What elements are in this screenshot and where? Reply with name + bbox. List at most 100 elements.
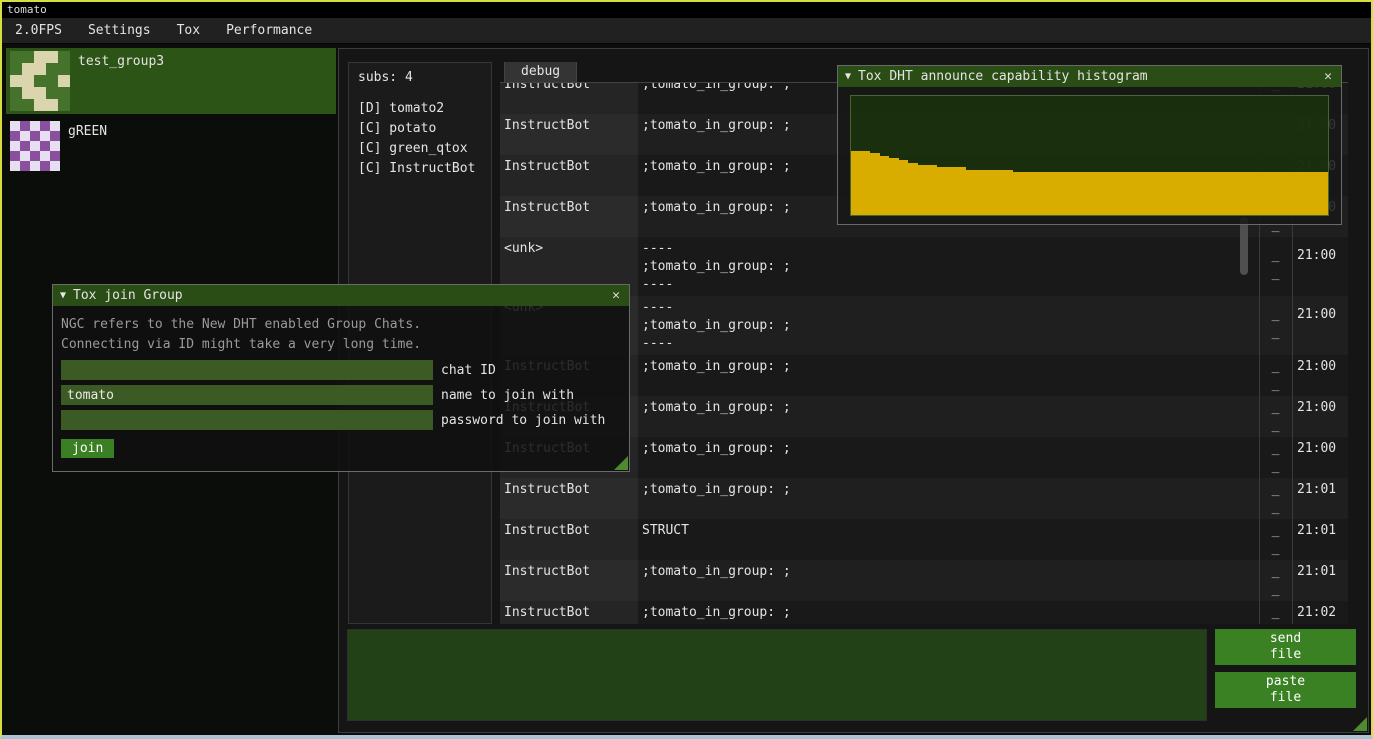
histogram-bar: [1090, 172, 1100, 215]
chat-message-text: ---- ;tomato_in_group: ; ----: [638, 296, 1259, 355]
name-to-join-with-input[interactable]: [61, 385, 433, 405]
member-item[interactable]: [D] tomato2: [358, 99, 482, 119]
window-title: tomato: [7, 3, 47, 16]
join-titlebar: ▼ Tox join Group ✕: [53, 285, 629, 306]
histogram-bar: [1051, 172, 1061, 215]
join-window-resize-grip[interactable]: [614, 456, 628, 470]
chat-message-text: ;tomato_in_group: ;: [638, 601, 1259, 624]
chat-message-text: ;tomato_in_group: ;: [638, 355, 1259, 396]
histogram-bar: [1252, 172, 1262, 215]
histogram-bar: [1223, 172, 1233, 215]
histogram-bar: [946, 167, 956, 215]
send-file-button[interactable]: send file: [1215, 629, 1356, 665]
histogram-bar: [1185, 172, 1195, 215]
histogram-bar: [1080, 172, 1090, 215]
collapse-icon[interactable]: ▼: [845, 71, 851, 82]
histogram-bar: [870, 153, 880, 215]
histogram-bar: [1176, 172, 1186, 215]
menu-item-performance[interactable]: Performance: [213, 20, 325, 41]
join-info-line-1: NGC refers to the New DHT enabled Group …: [61, 315, 621, 335]
histogram-bar: [1042, 172, 1052, 215]
password-to-join-with-input[interactable]: [61, 410, 433, 430]
contact-item-test_group3[interactable]: test_group3: [6, 48, 336, 114]
chat-scrollbar[interactable]: [1240, 217, 1248, 275]
histogram-bar: [1032, 172, 1042, 215]
histogram-bar: [1233, 172, 1243, 215]
chat-message-text: ;tomato_in_group: ;: [638, 478, 1259, 519]
member-item[interactable]: [C] InstructBot: [358, 159, 482, 179]
join-button[interactable]: join: [61, 439, 114, 458]
chat-message-text: ---- ;tomato_in_group: ; ----: [638, 237, 1259, 296]
chat-message-row: InstructBot;tomato_in_group: ;_ _21:01: [500, 478, 1348, 519]
join-field-label: password to join with: [441, 413, 605, 428]
chat-timestamp: 21:00: [1292, 396, 1348, 437]
histogram-bar: [966, 170, 976, 215]
chat-id-input[interactable]: [61, 360, 433, 380]
histogram-bar: [927, 165, 937, 215]
tab-debug[interactable]: debug: [504, 62, 577, 82]
chat-message-text: ;tomato_in_group: ;: [638, 560, 1259, 601]
chat-author: InstructBot: [500, 83, 638, 114]
histogram-bar: [1004, 170, 1014, 215]
menu-item-settings[interactable]: Settings: [75, 20, 164, 41]
join-info-line-2: Connecting via ID might take a very long…: [61, 335, 621, 355]
join-fields: chat IDname to join withpassword to join…: [61, 360, 621, 430]
histogram-bar: [1290, 172, 1300, 215]
close-icon[interactable]: ✕: [1322, 69, 1334, 84]
histogram-bar: [1137, 172, 1147, 215]
chat-message-row: InstructBot;tomato_in_group: ;_ _21:02: [500, 601, 1348, 624]
chat-timestamp: 21:00: [1292, 437, 1348, 478]
member-item[interactable]: [C] green_qtox: [358, 139, 482, 159]
chat-message-text: ;tomato_in_group: ;: [638, 437, 1259, 478]
member-item[interactable]: [C] potato: [358, 119, 482, 139]
contact-name: test_group3: [78, 51, 164, 69]
histogram-bar: [985, 170, 995, 215]
chat-delivery-flags: _ _: [1259, 601, 1292, 624]
chat-author: InstructBot: [500, 114, 638, 155]
histogram-bar: [1262, 172, 1272, 215]
chat-delivery-flags: _ _: [1259, 355, 1292, 396]
histogram-bar: [1319, 172, 1329, 215]
histogram-bar: [1214, 172, 1224, 215]
histogram-bar: [1300, 172, 1310, 215]
histogram-bar: [1109, 172, 1119, 215]
contact-item-gREEN[interactable]: gREEN: [6, 118, 336, 174]
main-window-resize-grip[interactable]: [1353, 717, 1367, 731]
chat-delivery-flags: _ _: [1259, 237, 1292, 296]
window-titlebar: tomato: [2, 2, 1371, 18]
histogram-titlebar: ▼ Tox DHT announce capability histogram …: [838, 66, 1341, 87]
histogram-bar: [1271, 172, 1281, 215]
histogram-bar: [956, 167, 966, 215]
chat-delivery-flags: _ _: [1259, 437, 1292, 478]
histogram-bar: [1281, 172, 1291, 215]
chat-message-row: InstructBotSTRUCT_ _21:01: [500, 519, 1348, 560]
collapse-icon[interactable]: ▼: [60, 290, 66, 301]
histogram-bar: [975, 170, 985, 215]
histogram-bar: [889, 158, 899, 215]
join-group-window: ▼ Tox join Group ✕ NGC refers to the New…: [52, 284, 630, 472]
chat-author: InstructBot: [500, 478, 638, 519]
chat-timestamp: 21:00: [1292, 296, 1348, 355]
histogram-bar: [1309, 172, 1319, 215]
histogram-bar: [1118, 172, 1128, 215]
chat-author: InstructBot: [500, 601, 638, 624]
histogram-bar: [1013, 172, 1023, 215]
histogram-bar: [1128, 172, 1138, 215]
chat-timestamp: 21:01: [1292, 519, 1348, 560]
chat-delivery-flags: _ _: [1259, 519, 1292, 560]
histogram-bar: [1166, 172, 1176, 215]
chat-delivery-flags: _ _: [1259, 296, 1292, 355]
fps-counter: 2.0FPS: [2, 20, 75, 41]
histogram-bar: [851, 151, 861, 215]
paste-file-button[interactable]: paste file: [1215, 672, 1356, 708]
close-icon[interactable]: ✕: [610, 288, 622, 303]
app-window: tomato 2.0FPSSettingsToxPerformance test…: [0, 0, 1373, 739]
join-title: Tox join Group: [73, 288, 603, 303]
histogram-bar: [1099, 172, 1109, 215]
message-input[interactable]: [347, 629, 1207, 721]
chat-timestamp: 21:00: [1292, 355, 1348, 396]
join-field-row: chat ID: [61, 360, 621, 380]
menu-item-tox[interactable]: Tox: [164, 20, 213, 41]
histogram-title: Tox DHT announce capability histogram: [858, 69, 1315, 84]
join-body: NGC refers to the New DHT enabled Group …: [53, 306, 629, 464]
